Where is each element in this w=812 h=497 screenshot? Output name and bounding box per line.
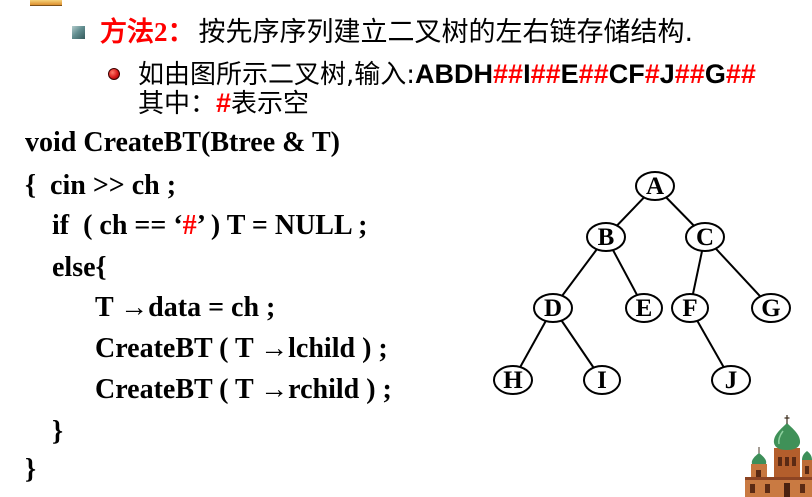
code-line-if-null: if ( ch == ‘#’ ) T = NULL ; — [52, 209, 367, 243]
method-heading: 方法2： 按先序序列建立二叉树的左右链存储结构. — [100, 16, 693, 48]
cathedral-dome — [773, 415, 801, 450]
sequence-node-run: G — [704, 59, 726, 89]
note-null-symbol: # — [216, 88, 232, 118]
code-line-function-close: } — [25, 454, 37, 485]
code-line-else-close: } — [52, 416, 64, 447]
tree-node-label: D — [544, 295, 562, 322]
cathedral-picture — [745, 415, 812, 497]
tree-node-h: H — [493, 365, 533, 395]
sequence-null-marker: ## — [530, 59, 561, 89]
corner-decoration — [30, 0, 62, 6]
square-bullet-icon — [72, 26, 85, 39]
code-line-read-input: { cin >> ch ; — [25, 170, 177, 201]
tree-node-c: C — [685, 222, 725, 252]
round-bullet-icon — [108, 68, 120, 80]
tree-node-label: G — [761, 295, 780, 322]
tree-node-d: D — [533, 293, 573, 323]
sequence-node-run: CF — [608, 59, 645, 89]
sequence-null-marker: # — [644, 59, 660, 89]
code-if-tail: ’ ) T = NULL ; — [196, 210, 368, 241]
tree-node-b: B — [586, 222, 626, 252]
example-line: 如由图所示二叉树,输入:ABDH##I##E##CF#J##G## — [138, 58, 756, 90]
input-sequence: ABDH##I##E##CF#J##G## — [415, 59, 756, 89]
sequence-null-marker: ## — [578, 59, 609, 89]
tree-node-a: A — [635, 171, 675, 201]
tree-node-label: F — [682, 295, 697, 322]
code-line-assign-data: T →data = ch ; — [95, 292, 276, 323]
note-prefix: 其中： — [138, 89, 217, 119]
tree-node-g: G — [751, 293, 791, 323]
code-line-call-right: CreateBT ( T →rchild ) ; — [95, 374, 392, 405]
method-title: 按先序序列建立二叉树的左右链存储结构. — [198, 17, 694, 48]
code-line-else-open: else{ — [52, 252, 107, 283]
code-null-symbol: # — [182, 210, 197, 241]
example-prefix: 如由图所示二叉树,输入: — [138, 60, 416, 90]
binary-tree-diagram: A B C D E F G H I J — [493, 171, 791, 395]
slide: 方法2： 按先序序列建立二叉树的左右链存储结构. 如由图所示二叉树,输入:ABDH… — [0, 0, 812, 497]
tree-node-e: E — [625, 293, 663, 323]
tree-node-label: I — [597, 367, 607, 394]
tree-edges — [512, 185, 772, 381]
sequence-null-marker: ## — [674, 59, 705, 89]
sequence-node-run: E — [560, 59, 579, 89]
tree-node-label: B — [598, 224, 615, 251]
code-line-call-left: CreateBT ( T →lchild ) ; — [95, 333, 388, 364]
tree-node-i: I — [583, 365, 621, 395]
sequence-null-marker: ## — [725, 59, 756, 89]
sequence-null-marker: ## — [493, 59, 524, 89]
tree-node-label: A — [646, 173, 664, 200]
tree-node-label: J — [725, 367, 738, 394]
tree-node-j: J — [711, 365, 751, 395]
tree-node-label: H — [503, 367, 523, 394]
note-line: 其中：#表示空 — [138, 87, 309, 119]
method-label: 方法2： — [100, 17, 195, 47]
code-line-signature: void CreateBT(Btree & T) — [25, 127, 340, 158]
tree-node-f: F — [671, 293, 709, 323]
sequence-node-run: I — [523, 59, 531, 89]
note-suffix: 表示空 — [231, 89, 310, 119]
tree-node-label: C — [696, 224, 714, 251]
code-if-head: if ( ch == ‘ — [52, 210, 183, 241]
sequence-node-run: ABDH — [415, 59, 494, 89]
sequence-node-run: J — [659, 59, 675, 89]
cathedral-base — [745, 477, 812, 497]
tree-node-label: E — [636, 295, 653, 322]
